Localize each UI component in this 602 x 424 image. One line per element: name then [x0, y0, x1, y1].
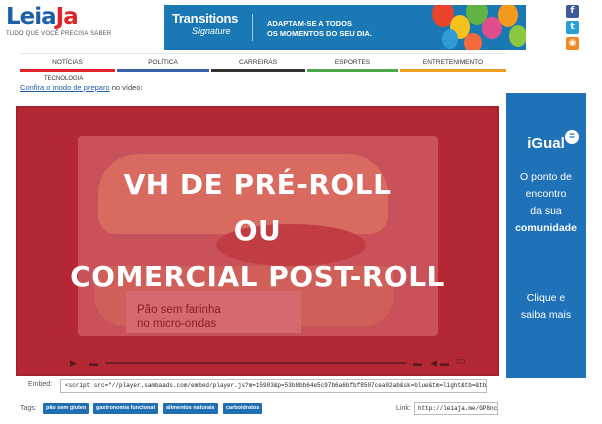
- tag-link[interactable]: carboidratos: [223, 403, 263, 414]
- fullscreen-icon[interactable]: ▭: [456, 357, 465, 367]
- nav-item-tecnologia[interactable]: TECNOLOGIA: [44, 76, 83, 82]
- progress-bar[interactable]: [105, 362, 407, 364]
- nav-item-politica[interactable]: POLÍTICA: [117, 54, 209, 72]
- nav-item-entretenimento[interactable]: ENTRETENIMENTO: [400, 54, 506, 72]
- nav-item-esportes[interactable]: ESPORTES: [307, 54, 398, 72]
- side-banner-ad[interactable]: iGual = O ponto de encontro da sua comun…: [506, 93, 586, 378]
- intro-link[interactable]: Confira o modo de preparo: [20, 83, 110, 92]
- video-player[interactable]: Pão sem farinha no micro-ondas VH DE PRÉ…: [16, 106, 499, 376]
- video-frame: [16, 106, 499, 376]
- site-logo[interactable]: LeiaJa TUDO QUE VOCÊ PRECISA SABER: [6, 4, 111, 37]
- side-ad-cta-2: saiba mais: [520, 309, 572, 321]
- top-banner-ad[interactable]: Transitions Signature ADAPTAM-SE A TODOS…: [164, 5, 526, 50]
- side-ad-line-3: da sua: [530, 205, 562, 217]
- timeline-end-marker: ▬: [413, 358, 422, 368]
- side-ad-line-1: O ponto de: [520, 171, 572, 183]
- volume-bar[interactable]: ▬: [440, 358, 449, 368]
- nav-item-noticias[interactable]: NOTÍCIAS: [20, 54, 115, 72]
- tags-label: Tags:: [20, 405, 37, 412]
- logo-wordmark: LeiaJa: [6, 4, 79, 30]
- logo-tagline: TUDO QUE VOCÊ PRECISA SABER: [6, 31, 112, 37]
- embed-code-field[interactable]: <script src="//player.sambaads.com/embed…: [60, 379, 487, 393]
- twitter-icon[interactable]: t: [566, 21, 579, 34]
- tag-link[interactable]: pão sem gluten: [43, 403, 90, 414]
- play-icon[interactable]: ▶: [70, 358, 77, 368]
- banner-divider: [252, 14, 253, 41]
- page: LeiaJa TUDO QUE VOCÊ PRECISA SABER Trans…: [0, 0, 602, 424]
- volume-icon[interactable]: ◀: [430, 358, 437, 368]
- tag-link[interactable]: gastronomia funcional: [93, 403, 158, 414]
- side-ad-line-4: comunidade: [515, 222, 577, 234]
- short-link-field[interactable]: http://leiaja.me/GP8ncO: [414, 402, 498, 415]
- tag-link[interactable]: alimentos naturais: [163, 403, 218, 414]
- embed-label: Embed:: [28, 381, 53, 388]
- nav-item-carreiras[interactable]: CARREIRAS: [211, 54, 305, 72]
- link-label: Link:: [396, 405, 411, 412]
- rss-icon[interactable]: ◉: [566, 37, 579, 50]
- timeline-start-marker: ▬: [89, 358, 98, 368]
- main-nav: NOTÍCIAS POLÍTICA CARREIRAS ESPORTES ENT…: [20, 53, 506, 72]
- facebook-icon[interactable]: f: [566, 5, 579, 18]
- banner-tagline: ADAPTAM-SE A TODOS OS MOMENTOS DO SEU DI…: [267, 19, 372, 38]
- intro-text: Confira o modo de preparo no vídeo:: [20, 83, 143, 92]
- equals-icon: =: [565, 130, 579, 144]
- banner-brand: Transitions Signature: [172, 11, 239, 36]
- side-ad-cta-1: Clique e: [526, 292, 566, 304]
- side-ad-line-2: encontro: [525, 188, 567, 200]
- player-controls: ▶ ▬ ▬ ◀ ▬ ▭: [16, 346, 499, 372]
